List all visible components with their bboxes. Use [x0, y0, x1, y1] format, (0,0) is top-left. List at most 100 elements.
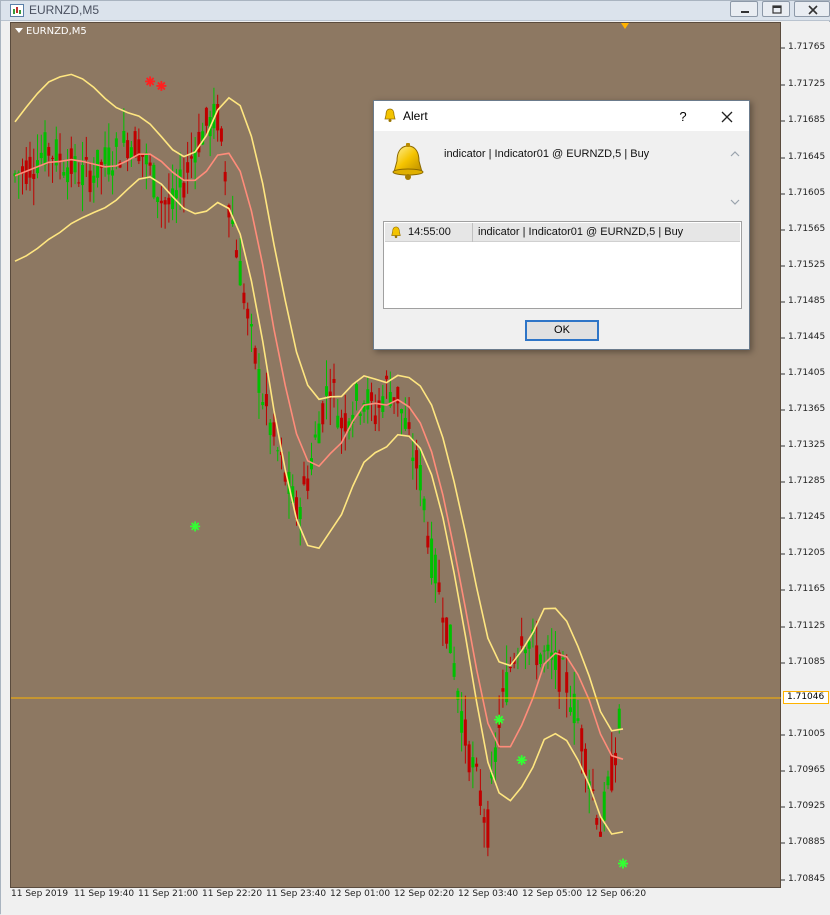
bear-candle	[437, 582, 441, 593]
bull-candle	[313, 434, 317, 438]
bear-candle	[84, 157, 88, 160]
price-tick-label: 1.70845	[788, 874, 826, 884]
ok-button[interactable]: OK	[525, 320, 599, 341]
alert-title: Alert	[403, 109, 428, 123]
bull-candle	[523, 649, 527, 654]
dropdown-triangle-icon	[15, 28, 23, 33]
bull-candle	[317, 423, 321, 444]
price-tick-label: 1.71765	[788, 42, 826, 52]
time-tick-label: 11 Sep 2019	[11, 889, 69, 899]
time-tick-label: 12 Sep 03:40	[458, 889, 519, 899]
bell-icon	[391, 226, 401, 239]
bear-candle	[340, 417, 344, 429]
chart-symbol-label[interactable]: EURNZD,M5	[15, 26, 87, 37]
bull-candle	[43, 132, 47, 166]
bear-candle	[557, 652, 561, 692]
alert-message: indicator | Indicator01 @ EURNZD,5 | Buy	[444, 148, 650, 160]
bear-candle	[426, 535, 430, 548]
chart-symbol-text: EURNZD,M5	[26, 26, 87, 37]
bear-candle	[482, 817, 486, 823]
alert-dialog: Alert ? indicator | Indicator01 @ EURNZD…	[373, 100, 750, 350]
bull-candle	[606, 776, 610, 786]
bull-candle	[576, 718, 580, 721]
price-tick-label: 1.70965	[788, 765, 826, 775]
bear-candle	[463, 719, 467, 746]
shift-marker-icon[interactable]	[621, 23, 629, 29]
bear-candle	[148, 162, 152, 166]
bear-candle	[47, 146, 51, 156]
price-tick-label: 1.70925	[788, 801, 826, 811]
bull-candle	[73, 156, 77, 173]
bear-candle	[264, 394, 268, 407]
bear-candle	[508, 667, 512, 669]
bear-candle	[598, 831, 602, 837]
alert-row-message: indicator | Indicator01 @ EURNZD,5 | Buy	[478, 226, 684, 238]
help-button[interactable]: ?	[670, 106, 696, 128]
time-tick-label: 12 Sep 01:00	[330, 889, 391, 899]
alert-body: indicator | Indicator01 @ EURNZD,5 | Buy…	[374, 131, 749, 349]
price-tick-label: 1.71525	[788, 260, 826, 270]
scroll-up-icon[interactable]	[730, 151, 740, 157]
bear-candle	[242, 292, 246, 304]
bear-candle	[343, 413, 347, 432]
alert-row[interactable]: 14:55:00 indicator | Indicator01 @ EURNZ…	[385, 223, 740, 242]
price-tick-label: 1.71165	[788, 584, 826, 594]
bull-candle	[156, 197, 160, 202]
bull-candle	[403, 417, 407, 429]
bear-candle	[167, 197, 171, 205]
time-tick-label: 11 Sep 22:20	[202, 889, 263, 899]
time-tick-label: 11 Sep 19:40	[74, 889, 135, 899]
bear-candle	[253, 347, 257, 364]
price-tick-label: 1.71005	[788, 729, 826, 739]
bull-candle	[62, 172, 66, 176]
alerts-list[interactable]: 14:55:00 indicator | Indicator01 @ EURNZ…	[383, 221, 742, 309]
bull-candle	[433, 554, 437, 584]
sell-signal-star	[145, 76, 156, 87]
scroll-down-icon[interactable]	[730, 199, 740, 205]
bear-candle	[126, 140, 130, 158]
bear-candle	[133, 131, 137, 158]
bull-candle	[617, 708, 621, 729]
time-tick-label: 11 Sep 21:00	[138, 889, 199, 899]
bear-candle	[223, 171, 227, 182]
price-tick-label: 1.71325	[788, 440, 826, 450]
bear-candle	[163, 200, 167, 205]
bull-candle	[238, 260, 242, 286]
bull-candle	[542, 650, 546, 652]
time-tick-label: 12 Sep 06:20	[586, 889, 647, 899]
bull-candle	[358, 413, 362, 416]
bear-candle	[385, 375, 389, 380]
bull-candle	[400, 409, 404, 414]
bull-candle	[493, 747, 497, 762]
bear-candle	[219, 128, 223, 142]
price-tick-label: 1.71445	[788, 332, 826, 342]
bear-candle	[189, 156, 193, 159]
bear-candle	[306, 478, 310, 491]
sell-signal-star	[156, 80, 167, 91]
bull-candle	[452, 663, 456, 677]
bull-candle	[261, 402, 265, 406]
message-scrollbar[interactable]	[728, 147, 742, 209]
bear-candle	[332, 378, 336, 383]
buy-signal-star	[494, 714, 505, 725]
price-tick-label: 1.71725	[788, 79, 826, 89]
bear-candle	[486, 809, 490, 848]
bear-candle	[501, 688, 505, 692]
bear-candle	[159, 200, 163, 204]
bull-candle	[325, 386, 329, 396]
bull-candle	[81, 165, 85, 186]
bull-candle	[430, 538, 434, 578]
bear-candle	[370, 392, 374, 402]
bear-candle	[182, 182, 186, 198]
price-tick-label: 1.71245	[788, 512, 826, 522]
price-tick-label: 1.71125	[788, 621, 826, 631]
bull-candle	[527, 641, 531, 649]
bull-candle	[92, 175, 96, 183]
bull-candle	[471, 757, 475, 768]
price-tick-label: 1.71485	[788, 296, 826, 306]
bear-candle	[441, 617, 445, 623]
alert-close-button[interactable]	[714, 106, 740, 128]
alert-titlebar[interactable]: Alert ?	[374, 101, 749, 131]
bull-candle	[66, 167, 70, 183]
bear-candle	[69, 148, 73, 174]
